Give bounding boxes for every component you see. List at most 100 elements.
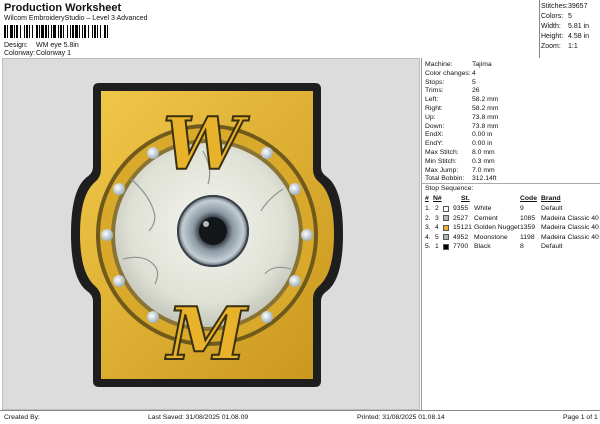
row-number: 5.: [425, 243, 431, 250]
machine-info-label: Down:: [425, 122, 445, 130]
machine-info-label: Up:: [425, 113, 436, 121]
machine-info-label: Max Jump:: [425, 166, 459, 174]
stop-sequence-row: 3. 4 15121 Golden Nugget 1359 Madeira Classic…: [424, 223, 600, 232]
thread-code: 1085: [520, 214, 536, 222]
machine-info-value: 7.0 mm: [472, 166, 495, 174]
stop-sequence-row: 1. 2 9355 White 9 Default: [424, 204, 600, 213]
design-value: WM eye 5.8in: [36, 42, 79, 49]
needle-number: 1: [435, 243, 439, 250]
thread-brand: Madeira Classic 40: [541, 233, 599, 241]
machine-info-value: 58.2 mm: [472, 105, 499, 112]
machine-info-label: Left:: [425, 96, 439, 104]
machine-info-row: Up: 73.8 mm: [425, 113, 498, 122]
stitch-count: 7700: [453, 243, 469, 250]
stitch-count: 9355: [453, 205, 469, 212]
stat-stitches: Stitches:39657: [541, 3, 588, 10]
machine-info-label: Min Stitch:: [425, 157, 457, 165]
color-swatch: [443, 234, 449, 240]
machine-info-label: Color changes:: [425, 69, 471, 77]
printed-date: Printed: 31/08/2025 01.08.14: [357, 414, 445, 421]
colorway-label: Colorway:: [4, 50, 36, 57]
stop-sequence-title: Stop Sequence:: [425, 185, 474, 192]
thread-code: 1359: [520, 224, 536, 231]
thread-brand: Default: [541, 243, 563, 250]
embroidery-design-image: W M: [71, 83, 343, 387]
machine-info-value: 58.2 mm: [472, 96, 499, 104]
thread-name: Moonstone: [474, 233, 508, 241]
machine-info-value: 5: [472, 78, 476, 86]
page-title: Production Worksheet: [4, 2, 122, 14]
machine-info-row: Right: 58.2 mm: [425, 104, 498, 113]
header: Production Worksheet Wilcom EmbroiderySt…: [0, 0, 600, 58]
thread-name: White: [474, 205, 492, 212]
created-by: Created By:: [4, 414, 40, 421]
machine-info-label: Max Stitch:: [425, 149, 459, 156]
machine-info-value: 73.8 mm: [472, 122, 499, 130]
stitch-count: 4952: [453, 233, 469, 241]
needle-number: 4: [435, 224, 439, 231]
color-swatch: [443, 243, 449, 250]
machine-info-label: Machine:: [425, 61, 453, 68]
design-label: Design:: [4, 42, 28, 49]
footer: Created By: Last Saved: 31/08/2025 01.08…: [0, 410, 600, 424]
machine-info-row: Trims: 26: [425, 86, 480, 95]
thread-name: Golden Nugget: [474, 224, 520, 231]
needle-number: 2: [435, 205, 439, 212]
row-number: 2.: [425, 214, 431, 222]
row-number: 4.: [425, 233, 431, 241]
machine-info-row: Color changes:4: [425, 69, 476, 78]
thread-brand: Madeira Classic 40: [541, 214, 599, 222]
machine-info-row: Left: 58.2 mm: [425, 95, 498, 104]
stats-divider: [539, 0, 540, 58]
machine-info-value: 0.00 in: [472, 131, 493, 139]
design-preview: W M: [2, 58, 420, 410]
design-stats: Stitches:39657 Colors: 5 Width: 5.81 in He…: [541, 2, 599, 52]
row-number: 3.: [425, 224, 431, 231]
thread-code: 9: [520, 205, 524, 212]
machine-info-label: EndX:: [425, 131, 444, 139]
thread-brand: Default: [541, 205, 563, 212]
pupil: [199, 217, 227, 245]
color-swatch: [443, 215, 449, 221]
machine-info-row: EndX: 0.00 in: [425, 130, 492, 139]
machine-info-row: Max Jump: 7.0 mm: [425, 166, 495, 175]
machine-info-value: 0.3 mm: [472, 157, 495, 165]
software-subtitle: Wilcom EmbroideryStudio – Level 3 Advanc…: [4, 15, 148, 22]
page-number: Page 1 of 1: [563, 414, 598, 421]
thread-code: 8: [520, 243, 524, 250]
thread-name: Cement: [474, 214, 498, 222]
machine-info-row: EndY: 0.00 in: [425, 139, 492, 148]
stop-sequence-row: 5. 1 7700 Black 8 Default: [424, 242, 600, 251]
machine-info-value: 4: [472, 69, 476, 77]
design-letter-m: M: [164, 291, 249, 376]
stat-height: Height: 4.58 in: [541, 33, 590, 40]
machine-info-label: Right:: [425, 105, 443, 112]
stat-colors: Colors: 5: [541, 13, 572, 20]
stop-sequence-header: # N# St. Code Brand: [425, 195, 561, 202]
machine-info-row: Max Stitch: 8.0 mm: [425, 148, 495, 157]
machine-info-value: 26: [472, 87, 480, 95]
machine-info-label: EndY:: [425, 140, 444, 148]
machine-info-label: Trims:: [425, 87, 444, 95]
stitch-count: 2527: [453, 214, 469, 222]
stop-sequence-row: 4. 5 4952 Moonstone 1198 Madeira Classic 40: [424, 233, 600, 242]
thread-name: Black: [474, 243, 491, 250]
machine-info-value: 312.14ft: [472, 175, 497, 183]
color-swatch: [443, 205, 449, 212]
machine-info-value: 0.00 in: [472, 140, 493, 148]
colorway-row: Colorway:Colorway 1: [4, 50, 71, 57]
stat-width: Width: 5.81 in: [541, 23, 590, 30]
needle-number: 3: [435, 214, 439, 222]
thread-code: 1198: [520, 233, 535, 241]
machine-info-value: 8.0 mm: [472, 149, 495, 156]
design-letter-w: W: [163, 101, 250, 186]
machine-info-row: Machine: Tajima: [425, 60, 492, 69]
stitch-count: 15121: [453, 224, 472, 231]
machine-info-value: 73.8 mm: [472, 113, 499, 121]
design-row: Design: WM eye 5.8in: [4, 42, 79, 49]
machine-info-panel: Machine: Tajima Color changes:4 Stops: 5 Trim…: [421, 58, 600, 410]
machine-info-label: Stops:: [425, 78, 445, 86]
colorway-value: Colorway 1: [36, 50, 72, 57]
machine-info-row: Stops: 5: [425, 78, 476, 87]
last-saved: Last Saved: 31/08/2025 01.08.09: [148, 414, 249, 421]
